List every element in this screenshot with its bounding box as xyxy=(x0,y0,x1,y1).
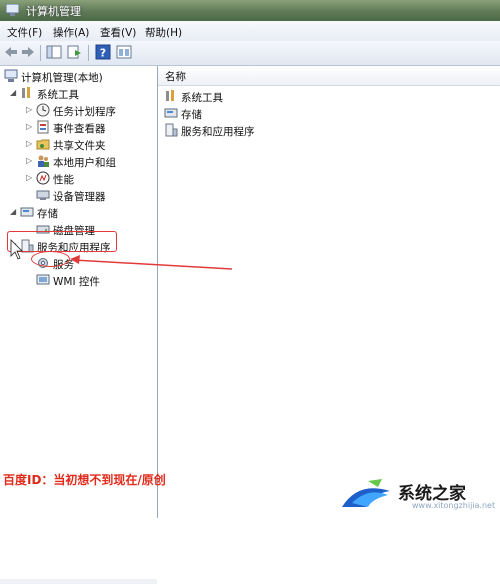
tree-label: 共享文件夹 xyxy=(53,140,106,152)
expand-icon[interactable]: ▷ xyxy=(26,122,32,131)
computer-management-icon xyxy=(6,4,19,16)
highlight-ellipse xyxy=(31,251,70,267)
author-caption: 百度ID：当初想不到现在/原创 xyxy=(3,473,166,487)
list-item-label: 系统工具 xyxy=(181,92,223,104)
menu-file[interactable]: 文件(F) xyxy=(7,25,42,40)
tree-label: 任务计划程序 xyxy=(53,106,116,118)
expand-icon[interactable]: ▷ xyxy=(26,105,32,114)
collapse-icon[interactable]: ◢ xyxy=(10,88,16,97)
tree-label: 事件查看器 xyxy=(53,123,106,135)
collapse-icon[interactable]: ◢ xyxy=(10,207,16,216)
site-logo-url: www.xitongzhijia.net xyxy=(412,501,496,510)
menu-help[interactable]: 帮助(H) xyxy=(145,25,182,40)
back-icon[interactable] xyxy=(3,44,19,60)
tree-label: 性能 xyxy=(53,174,74,186)
computer-management-icon xyxy=(4,69,18,82)
expand-icon[interactable]: ▷ xyxy=(26,156,32,165)
toolbar: ? xyxy=(0,41,500,66)
system-tools-icon xyxy=(22,87,30,98)
pane-bottom-edge xyxy=(0,579,157,584)
storage-icon xyxy=(20,207,34,217)
column-name-label: 名称 xyxy=(165,71,186,83)
list-item-label: 服务和应用程序 xyxy=(181,126,255,138)
users-icon xyxy=(38,155,49,167)
system-tools-icon xyxy=(166,90,174,101)
device-manager-icon xyxy=(36,190,50,200)
tree-label: 计算机管理(本地) xyxy=(21,72,103,84)
toolbar-separator xyxy=(88,45,89,61)
expand-icon[interactable]: ▷ xyxy=(26,173,32,182)
tree-label: WMI 控件 xyxy=(53,276,100,288)
wmi-control-icon xyxy=(36,274,50,285)
tree-label: 存储 xyxy=(37,208,58,220)
column-header-name[interactable]: 名称 xyxy=(158,66,500,86)
window-title: 计算机管理 xyxy=(26,5,81,18)
help-icon[interactable]: ? xyxy=(95,44,111,60)
expand-icon[interactable]: ▷ xyxy=(26,139,32,148)
show-hide-tree-icon[interactable] xyxy=(46,44,62,60)
toolbar-separator xyxy=(40,45,41,61)
navigation-tree: 计算机管理(本地) ◢ 系统工具 ▷ 任务计划程序 ▷ 事件查看器 ▷ 共享文件… xyxy=(0,66,158,584)
properties-icon[interactable] xyxy=(116,44,132,60)
performance-icon xyxy=(36,171,50,185)
storage-icon xyxy=(164,108,178,118)
shared-folder-icon xyxy=(36,139,50,150)
services-applications-icon xyxy=(165,123,178,137)
menu-view[interactable]: 查看(V) xyxy=(100,25,136,40)
menu-bar: 文件(F) 操作(A) 查看(V) 帮助(H) xyxy=(0,21,500,42)
event-viewer-icon xyxy=(37,120,49,134)
svg-text:?: ? xyxy=(100,47,106,60)
tree-label: 本地用户和组 xyxy=(53,157,116,169)
content-list: 名称 系统工具 存储 服务和应用程序 xyxy=(158,66,500,518)
menu-action[interactable]: 操作(A) xyxy=(53,25,89,40)
highlight-box xyxy=(7,231,117,252)
clock-icon xyxy=(36,103,50,117)
title-bar: 计算机管理 xyxy=(0,0,500,21)
export-list-icon[interactable] xyxy=(67,44,83,60)
forward-icon[interactable] xyxy=(20,44,36,60)
tree-label: 系统工具 xyxy=(37,89,79,101)
list-item-label: 存储 xyxy=(181,109,202,121)
tree-label: 设备管理器 xyxy=(53,191,106,203)
